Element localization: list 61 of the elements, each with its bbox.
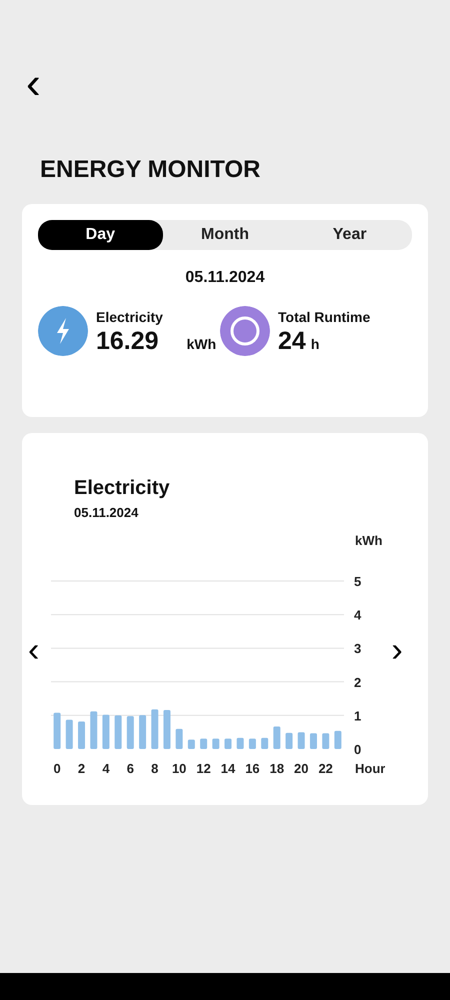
period-tab[interactable]: Year [287,220,412,250]
x-tick-label: 12 [196,760,212,776]
back-button[interactable]: ‹ [22,62,45,106]
bar [310,732,318,748]
bar [152,708,159,748]
x-tick-label: 16 [246,760,260,776]
stat-unit: h [310,335,320,354]
bar [66,719,74,748]
x-tick-label: 20 [294,760,309,776]
bar [188,739,196,748]
y-tick-label: 0 [354,742,362,756]
bar [164,710,171,748]
bar [237,737,244,748]
page-title: ENERGY MONITOR [40,155,262,185]
bar [127,716,134,748]
bar [90,710,98,748]
chart-date: 05.11.2024 [73,504,140,522]
previous-button[interactable]: ‹ [22,633,46,667]
x-tick-label: 14 [221,760,236,776]
stat-label: Total Runtime [278,308,370,327]
x-axis-label: Hour [355,760,386,776]
bar [54,712,61,748]
stat-unit: kWh [186,335,216,354]
bar [249,738,256,748]
stat-value: 24 [278,328,306,356]
y-tick-label: 1 [354,708,362,723]
bar [139,714,146,748]
period-tab[interactable]: Month [162,220,288,250]
y-tick-label: 3 [354,640,362,656]
bar [176,728,184,748]
x-tick-label: 0 [54,760,62,776]
next-button[interactable]: › [385,633,409,667]
bar [334,730,342,748]
bar [274,726,281,748]
chart-title: Electricity [73,476,171,501]
x-tick-label: 18 [270,760,284,776]
bar [102,714,110,748]
bar [322,732,330,748]
x-tick-label: 4 [102,760,110,776]
x-tick-label: 22 [318,760,334,776]
y-tick-label: 4 [354,607,362,622]
y-tick-label: 2 [354,674,362,690]
y-axis-label: kWh [355,532,383,548]
stat-label: Electricity [96,308,164,327]
bar [200,738,208,748]
bar [286,732,293,748]
stat-value: 16.29 [96,328,159,356]
bar [261,737,268,748]
x-tick-label: 2 [78,760,86,776]
x-tick-label: 10 [172,760,187,776]
bar [224,738,232,748]
x-tick-label: 8 [151,760,159,776]
date-label: 05.11.2024 [184,268,266,288]
bar [114,714,122,748]
y-tick-label: 5 [354,574,362,588]
bar [298,732,306,748]
lightning-icon [38,306,88,356]
bar [212,738,220,748]
x-tick-label: 6 [127,760,134,776]
bar [78,720,86,748]
period-tab[interactable]: Day [38,220,163,250]
